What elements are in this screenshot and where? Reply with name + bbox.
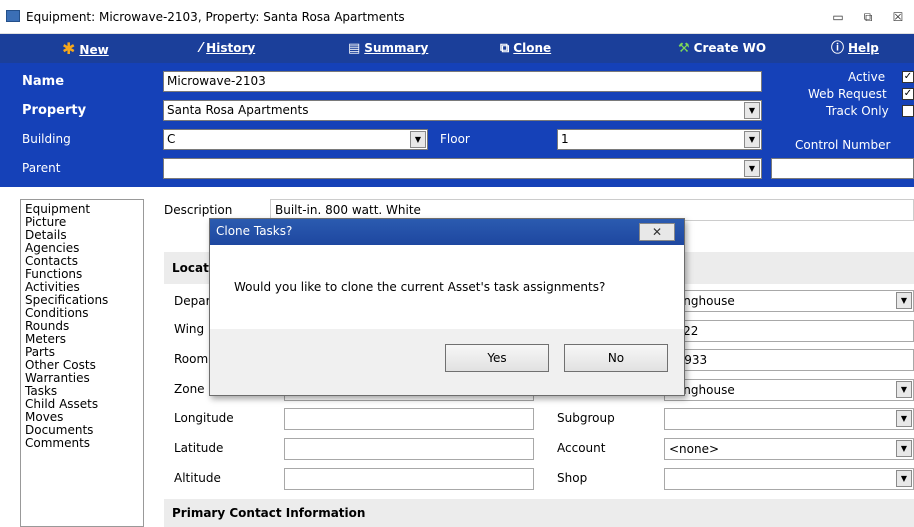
close-icon[interactable]: ☒	[888, 8, 908, 26]
altitude-label: Altitude	[174, 471, 221, 485]
shop-label: Shop	[557, 471, 588, 485]
floor-select[interactable]: 1 ▼	[557, 129, 762, 150]
control-number-input[interactable]	[771, 158, 914, 179]
clone-button[interactable]: ⧉ Clone	[500, 34, 551, 63]
latitude-label: Latitude	[174, 441, 224, 455]
close-icon[interactable]: ✕	[639, 223, 675, 241]
chevron-down-icon[interactable]: ▼	[896, 381, 912, 398]
history-button[interactable]: ⁄ History	[200, 34, 255, 63]
account-select[interactable]: <none> ▼	[664, 438, 914, 460]
track-only-checkbox[interactable]	[902, 105, 914, 117]
name-label: Name	[22, 74, 65, 89]
create-wo-icon: ⚒	[678, 41, 690, 56]
shop-select[interactable]: ▼	[664, 468, 914, 490]
account-value: <none>	[669, 442, 720, 456]
property-label: Property	[22, 103, 87, 118]
dialog-message: Would you like to clone the current Asse…	[234, 280, 606, 294]
description-label: Description	[164, 203, 233, 217]
chevron-down-icon[interactable]: ▼	[744, 131, 760, 148]
subgroup-label: Subgroup	[557, 411, 615, 425]
star-icon: ✱	[62, 39, 76, 58]
dialog-body: Would you like to clone the current Asse…	[210, 245, 684, 329]
vendor-select[interactable]: stinghouse ▼	[664, 379, 914, 401]
room-label: Room	[174, 352, 209, 366]
building-label: Building	[22, 132, 71, 146]
property-select[interactable]: Santa Rosa Apartments ▼	[163, 100, 762, 121]
manufacturer-select[interactable]: stinghouse ▼	[664, 290, 914, 312]
name-input[interactable]: Microwave-2103	[163, 71, 762, 92]
parent-label: Parent	[22, 161, 61, 175]
summary-button[interactable]: ▤ Summary	[348, 34, 428, 63]
chevron-down-icon[interactable]: ▼	[896, 470, 912, 487]
building-select[interactable]: C ▼	[163, 129, 428, 150]
new-button[interactable]: ✱ New	[62, 34, 109, 63]
help-button[interactable]: ⓘ Help	[831, 34, 879, 63]
clone-button-label: Clone	[513, 41, 552, 55]
building-value: C	[167, 132, 176, 146]
yes-button[interactable]: Yes	[445, 344, 549, 372]
chevron-down-icon[interactable]: ▼	[896, 410, 912, 427]
altitude-input[interactable]	[284, 468, 534, 490]
summary-button-label: Summary	[364, 41, 429, 55]
chevron-down-icon[interactable]: ▼	[744, 102, 760, 119]
account-label: Account	[557, 441, 606, 455]
chevron-down-icon[interactable]: ▼	[744, 160, 760, 177]
window-title: Equipment: Microwave-2103, Property: San…	[26, 10, 405, 24]
minimize-icon[interactable]: ▭	[828, 8, 848, 26]
chevron-down-icon[interactable]: ▼	[410, 131, 426, 148]
create-wo-button-label: Create WO	[693, 41, 767, 55]
floor-label: Floor	[440, 132, 470, 146]
no-button[interactable]: No	[564, 344, 668, 372]
active-label: Active	[848, 70, 886, 84]
floor-value: 1	[561, 132, 569, 146]
window-titlebar: Equipment: Microwave-2103, Property: San…	[0, 0, 914, 34]
dialog-title: Clone Tasks?	[216, 224, 293, 238]
wand-icon: ⁄	[200, 41, 203, 56]
latitude-input[interactable]	[284, 438, 534, 460]
control-number-label: Control Number	[795, 138, 891, 152]
clone-icon: ⧉	[500, 41, 510, 56]
web-request-label: Web Request	[808, 87, 887, 101]
toolbar: ✱ New ⁄ History ▤ Summary ⧉ Clone ⚒ Create WO…	[0, 34, 914, 63]
subgroup-select[interactable]: ▼	[664, 408, 914, 430]
dialog-titlebar: Clone Tasks? ✕	[210, 219, 684, 245]
restore-icon[interactable]: ⧉	[858, 8, 878, 26]
create-wo-button[interactable]: ⚒ Create WO	[678, 34, 766, 63]
property-value: Santa Rosa Apartments	[167, 103, 309, 117]
longitude-label: Longitude	[174, 411, 234, 425]
sidebar-list: Equipment Picture Details Agencies Conta…	[20, 199, 144, 527]
web-request-checkbox[interactable]: ✓	[902, 88, 914, 100]
help-button-label: Help	[848, 41, 879, 55]
clone-tasks-dialog: Clone Tasks? ✕ Would you like to clone t…	[209, 218, 685, 396]
longitude-input[interactable]	[284, 408, 534, 430]
summary-icon: ▤	[348, 41, 361, 56]
app-icon	[6, 10, 20, 22]
header-panel: Name Microwave-2103 Property Santa Rosa …	[0, 63, 914, 187]
model-input[interactable]: M 22	[664, 320, 914, 342]
zone-label: Zone	[174, 382, 205, 396]
primary-contact-section-header: Primary Contact Information	[164, 499, 914, 527]
sidebar-item-comments[interactable]: Comments	[25, 437, 139, 450]
chevron-down-icon[interactable]: ▼	[896, 440, 912, 457]
wing-label: Wing	[174, 322, 205, 336]
track-only-label: Track Only	[826, 104, 889, 118]
chevron-down-icon[interactable]: ▼	[896, 292, 912, 309]
serial-input[interactable]: 53933	[664, 349, 914, 371]
parent-select[interactable]: ▼	[163, 158, 762, 179]
history-button-label: History	[206, 41, 256, 55]
active-checkbox[interactable]: ✓	[902, 71, 914, 83]
new-button-label: New	[79, 43, 109, 57]
help-icon: ⓘ	[831, 41, 845, 56]
